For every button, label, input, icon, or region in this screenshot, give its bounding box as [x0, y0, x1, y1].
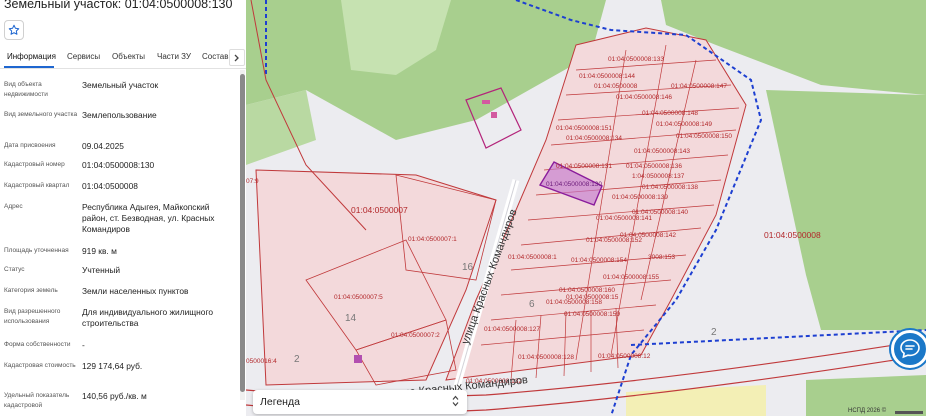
tab-bar: Информация Сервисы Объекты Части ЗУ Сост…	[0, 46, 246, 69]
selected-parcel-label: 01:04:0500008:130	[546, 181, 602, 188]
parcel-label: 01:04:0500008:150	[676, 133, 732, 140]
field-value: 09.04.2025	[82, 141, 124, 151]
parcel-label: 01:04:0500007:5	[334, 294, 383, 301]
field-label: Статус	[4, 266, 25, 273]
quarter-boundary-road	[630, 329, 926, 346]
field-value: Земельный участок	[82, 80, 159, 90]
parcel-label: 01:04:0500008:138	[642, 184, 698, 191]
field-label: Дата присвоения	[4, 142, 56, 149]
parcel-label: 01:04:0500007:2	[391, 332, 440, 339]
field-label: Форма собственности	[4, 341, 71, 348]
field-value: 01:04:0500008:130	[82, 160, 155, 170]
active-tab-indicator	[4, 66, 54, 68]
field-area	[626, 385, 766, 416]
field-value: Учтенный	[82, 265, 121, 275]
field-label: Кадастровая стоимость	[4, 362, 76, 369]
tabs-scroll-right-button[interactable]	[229, 49, 245, 66]
parcel-label: 01:04:0500008:149	[656, 121, 712, 128]
house-number: 14	[345, 313, 357, 324]
parcel-label: 01:04:0500008:143	[634, 148, 690, 155]
favorite-button[interactable]	[4, 20, 24, 40]
forest-area-east	[766, 90, 926, 330]
parcel-label: 01:04:0500008:133	[608, 56, 664, 63]
tab-composition[interactable]: Состав	[202, 52, 229, 61]
parcel-label: 07:9	[246, 178, 259, 185]
parcel-label: 1:04:0500008:137	[632, 173, 685, 180]
field-label: Вид разрешенного использования	[4, 308, 61, 325]
info-panel: Земельный участок: 01:04:0500008:130 Инф…	[0, 0, 246, 416]
parcel-label: 01:04:0500008:136	[626, 163, 682, 170]
field-label: Кадастровый квартал	[4, 182, 70, 189]
map-view[interactable]: 01:04:0500007 01:04:0500008 01:04:050000…	[246, 0, 926, 416]
field-label: Кадастровый номер	[4, 161, 65, 168]
parcel-label: 01:04:0500008:127	[484, 326, 540, 333]
chat-button[interactable]	[891, 330, 926, 368]
parcel-label: 01:04:0500008:147	[671, 83, 727, 90]
parcel-label: 0500016:4	[246, 358, 277, 365]
parcel-label: 01:04:0500007:1	[408, 236, 457, 243]
parcel-label: 01:04:0500008:148	[642, 110, 698, 117]
parcel-label: 01:04:0500008:134	[566, 135, 622, 142]
parcel-label: 01:04:0500008:144	[579, 73, 635, 80]
parcel-label: 01:04:0500008:146	[616, 94, 672, 101]
parcel-label: 01:04:0500008:152	[586, 237, 642, 244]
parcel-label: 01:04:0500008:155	[603, 274, 659, 281]
field-value: 129 174,64 руб.	[82, 361, 143, 371]
chevron-right-icon	[234, 54, 239, 61]
house-number: 2	[294, 354, 300, 365]
field-label: Адрес	[4, 203, 23, 210]
tab-info[interactable]: Информация	[7, 52, 56, 61]
field-value: 140,56 руб./кв. м	[82, 391, 147, 401]
parcel-label: 01:04:0500008:141	[596, 215, 652, 222]
chevron-up-down-icon	[452, 395, 459, 409]
legend-dropdown[interactable]: Легенда	[253, 390, 467, 414]
quarter-label: 01:04:0500007	[351, 205, 408, 215]
star-icon	[8, 24, 20, 35]
parcel-label: 01:04:0500008	[594, 83, 638, 90]
house-number: 2	[711, 327, 717, 338]
building	[491, 112, 497, 118]
parcel-label: 01:04:0500008:131	[556, 163, 612, 170]
page-title: Земельный участок: 01:04:0500008:130	[4, 0, 233, 11]
field-value: Для индивидуального жилищного строительс…	[82, 307, 213, 328]
parcel-label: 01:04:0500008:158	[546, 299, 602, 306]
quarter-label: 01:04:0500008	[764, 230, 821, 240]
parcel-label: 01:04:0500008:154	[571, 257, 627, 264]
field-label: Категория земель	[4, 287, 58, 294]
legend-label: Легенда	[260, 396, 300, 408]
house-number: 6	[529, 299, 535, 310]
parcel-label: 01:04:0500008:128	[518, 354, 574, 361]
building	[482, 100, 490, 104]
field-value: 01:04:0500008	[82, 181, 138, 191]
tab-objects[interactable]: Объекты	[112, 52, 145, 61]
parcel-label: 01:04:0500008:160	[559, 287, 615, 294]
field-value: Земли населенных пунктов	[82, 286, 189, 296]
parcel-label: 3008:153	[648, 254, 675, 261]
field-value: 919 кв. м	[82, 246, 117, 256]
parcel-label: 01:04:0500008:139	[612, 194, 668, 201]
field-label: Вид земельного участка	[4, 111, 78, 118]
tab-services[interactable]: Сервисы	[67, 52, 100, 61]
parcel-label: 01:04:0500008:159	[564, 311, 620, 318]
map-attribution: НСПД 2026 ©	[848, 408, 887, 414]
chat-icon	[900, 339, 920, 359]
field-value: Землепользование	[82, 110, 157, 120]
map-canvas[interactable]: 01:04:0500007 01:04:0500008 01:04:050000…	[246, 0, 926, 416]
field-value: Республика Адыгея, Майкопский район, ст.…	[82, 202, 215, 234]
panel-scrollbar-thumb[interactable]	[240, 74, 245, 392]
field-value: -	[82, 340, 85, 350]
parcel-label: 01:04:0500008:12	[598, 353, 651, 360]
field-label: Площадь уточненная	[4, 247, 69, 254]
tab-parts[interactable]: Части ЗУ	[157, 52, 191, 61]
building	[354, 355, 362, 363]
parcel-label: 01:04:0500008:151	[556, 125, 612, 132]
parcel-label: 01:04:0500008:1	[508, 254, 557, 261]
house-number: 16	[462, 262, 474, 273]
field-label: Удельный показатель кадастровой	[4, 392, 70, 409]
field-label: Вид объекта недвижимости	[4, 81, 48, 98]
scale-bar	[895, 411, 923, 414]
